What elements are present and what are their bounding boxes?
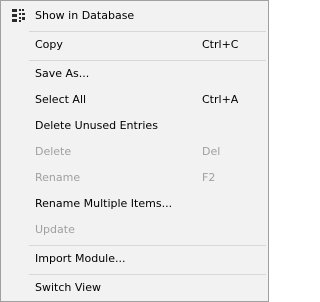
menu-separator: [29, 60, 266, 61]
menu-item-label: Select All: [35, 93, 87, 106]
menu-item-show-in-database[interactable]: Show in Database: [2, 4, 267, 28]
menu-item-label: Import Module...: [35, 252, 126, 265]
menu-separator: [29, 31, 266, 32]
menu-item-label: Rename Multiple Items...: [35, 197, 173, 210]
menu-item-copy[interactable]: Copy Ctrl+C: [2, 33, 267, 57]
menu-item-delete-unused-entries[interactable]: Delete Unused Entries: [2, 114, 267, 138]
context-menu: Show in Database Copy Ctrl+C Save As... …: [0, 0, 269, 302]
menu-item-label: Update: [35, 223, 75, 236]
menu-item-label: Delete: [35, 145, 72, 158]
menu-item-shortcut: F2: [202, 171, 216, 184]
menu-item-update: Update: [2, 218, 267, 242]
menu-item-rename-multiple-items[interactable]: Rename Multiple Items...: [2, 192, 267, 216]
database-grid-icon: [12, 9, 25, 22]
menu-item-import-module[interactable]: Import Module...: [2, 247, 267, 271]
menu-item-rename: Rename F2: [2, 166, 267, 190]
menu-separator: [29, 274, 266, 275]
menu-item-delete: Delete Del: [2, 140, 267, 164]
menu-item-label: Save As...: [35, 67, 90, 80]
menu-item-shortcut: Ctrl+A: [202, 93, 239, 106]
menu-item-label: Rename: [35, 171, 81, 184]
menu-separator: [29, 245, 266, 246]
menu-item-switch-view[interactable]: Switch View: [2, 276, 267, 300]
menu-item-label: Copy: [35, 38, 63, 51]
menu-item-save-as[interactable]: Save As...: [2, 62, 267, 86]
menu-item-shortcut: Ctrl+C: [202, 38, 239, 51]
menu-item-label: Delete Unused Entries: [35, 119, 158, 132]
menu-item-shortcut: Del: [202, 145, 221, 158]
menu-item-label: Show in Database: [35, 9, 135, 22]
menu-item-label: Switch View: [35, 281, 101, 294]
menu-item-select-all[interactable]: Select All Ctrl+A: [2, 88, 267, 112]
